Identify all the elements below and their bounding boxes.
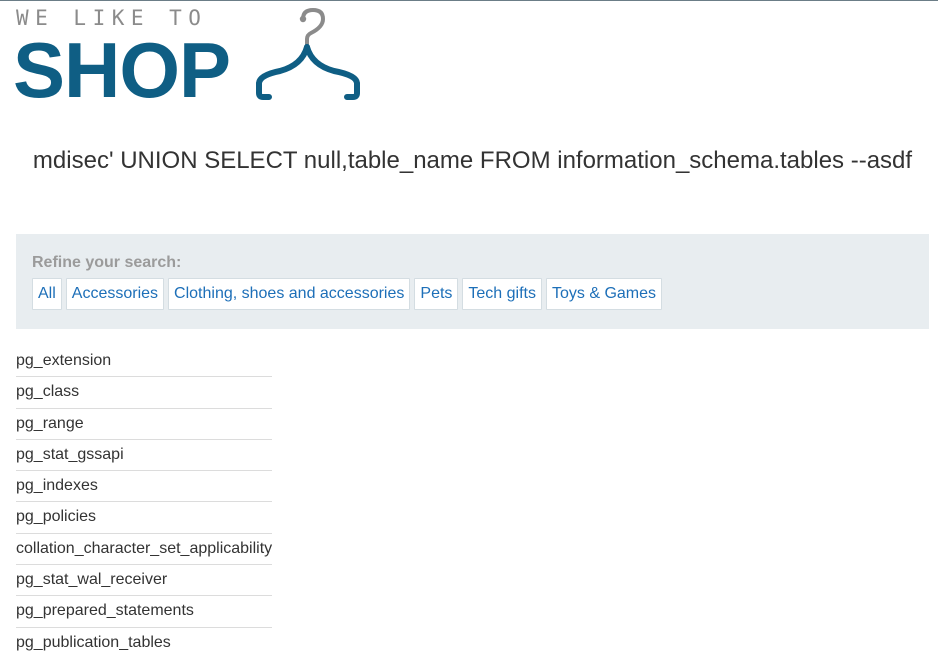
list-item: pg_stat_gssapi xyxy=(16,440,272,472)
list-item: pg_indexes xyxy=(16,471,272,503)
site-logo[interactable]: WE LIKE TO SHOP xyxy=(13,5,376,114)
list-item: pg_policies xyxy=(16,502,272,534)
list-item: pg_class xyxy=(16,377,272,409)
filter-tag-clothing[interactable]: Clothing, shoes and accessories xyxy=(168,278,411,310)
list-item: pg_prepared_statements xyxy=(16,596,272,628)
filter-panel: Refine your search: All Accessories Clot… xyxy=(16,234,929,329)
list-item: pg_range xyxy=(16,409,272,440)
list-item: pg_stat_wal_receiver xyxy=(16,565,272,597)
filter-tag-accessories[interactable]: Accessories xyxy=(65,278,165,310)
filter-tags: All Accessories Clothing, shoes and acce… xyxy=(32,278,663,310)
filter-tag-pets[interactable]: Pets xyxy=(414,278,459,310)
results-list: pg_extension pg_class pg_range pg_stat_g… xyxy=(16,346,272,659)
list-item: collation_character_set_applicability xyxy=(16,534,272,566)
filter-tag-all[interactable]: All xyxy=(32,278,62,310)
list-item: pg_publication_tables xyxy=(16,633,171,651)
filter-tag-toys-games[interactable]: Toys & Games xyxy=(546,278,663,310)
filter-tag-tech-gifts[interactable]: Tech gifts xyxy=(462,278,542,310)
logo-wordmark: SHOP xyxy=(13,26,231,114)
search-results-heading: mdisec' UNION SELECT null,table_name FRO… xyxy=(32,147,913,174)
list-item: pg_extension xyxy=(16,346,272,378)
filter-title: Refine your search: xyxy=(32,254,182,271)
hanger-icon xyxy=(256,7,360,100)
